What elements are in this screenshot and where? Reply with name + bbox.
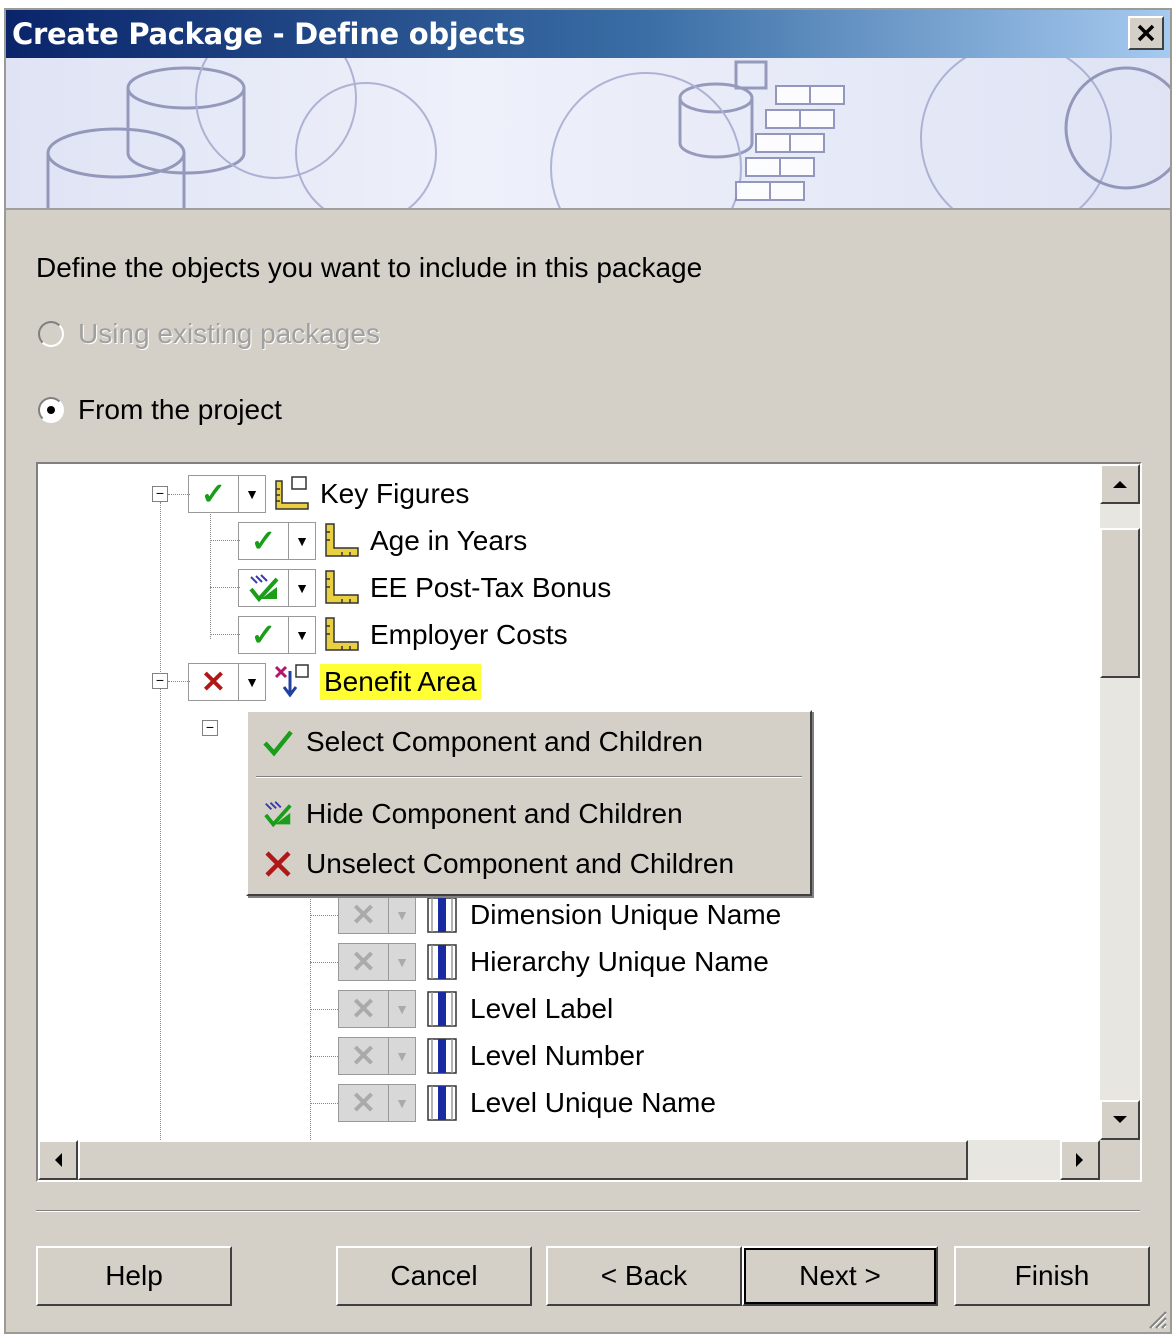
radio-label-existing: Using existing packages bbox=[78, 318, 380, 349]
attribute-bar-icon bbox=[427, 1085, 457, 1121]
selection-x-icon: ✕ bbox=[338, 896, 388, 934]
close-button[interactable] bbox=[1128, 16, 1164, 50]
scroll-thumb-horizontal[interactable] bbox=[78, 1140, 968, 1180]
x-icon bbox=[265, 851, 291, 877]
arrow-right-icon bbox=[1076, 1153, 1083, 1167]
menu-item-select-component-children[interactable]: Select Component and Children bbox=[262, 726, 703, 758]
tree-node-label: Level Label bbox=[470, 993, 614, 1024]
selection-dropdown-button[interactable]: ▼ bbox=[288, 522, 316, 560]
arrow-down-icon bbox=[1113, 1116, 1127, 1123]
tree-node-label: Level Unique Name bbox=[470, 1087, 716, 1118]
collapse-benefit-area[interactable]: − bbox=[152, 673, 168, 689]
measure-ruler-icon bbox=[325, 617, 359, 651]
tree-node-level-number[interactable]: ✕ ▼ Level Number bbox=[338, 1036, 644, 1076]
measure-ruler-icon bbox=[325, 570, 359, 604]
attribute-bar-icon bbox=[427, 944, 457, 980]
attribute-bar-icon bbox=[427, 897, 457, 933]
radio-button-project[interactable] bbox=[38, 397, 64, 423]
key-figures-folder-icon bbox=[275, 476, 309, 510]
radio-button-existing bbox=[38, 321, 64, 347]
radio-using-existing-packages: Using existing packages bbox=[38, 318, 380, 350]
radio-from-the-project[interactable]: From the project bbox=[38, 394, 282, 426]
tree-node-hierarchy-unique-name[interactable]: ✕ ▼ Hierarchy Unique Name bbox=[338, 942, 769, 982]
scroll-right-button[interactable] bbox=[1060, 1140, 1100, 1180]
collapse-benefit-area-child[interactable]: − bbox=[202, 720, 218, 736]
tree-node-label: Dimension Unique Name bbox=[470, 899, 782, 930]
hide-check-icon bbox=[248, 574, 278, 603]
tree-node-key-figures[interactable]: ✓ ▼ Key Figures bbox=[188, 474, 469, 514]
selection-hide-icon[interactable] bbox=[238, 569, 288, 607]
horizontal-scrollbar[interactable] bbox=[38, 1140, 1100, 1180]
selection-x-icon: ✕ bbox=[338, 1084, 388, 1122]
instruction-text: Define the objects you want to include i… bbox=[36, 252, 703, 283]
tree-node-label: Hierarchy Unique Name bbox=[470, 946, 769, 977]
banner-illustration bbox=[46, 58, 1170, 208]
selection-dropdown-button: ▼ bbox=[388, 943, 416, 981]
selection-dropdown-button: ▼ bbox=[388, 1084, 416, 1122]
close-icon bbox=[1137, 24, 1155, 42]
scroll-thumb-vertical[interactable] bbox=[1100, 528, 1140, 678]
arrow-up-icon bbox=[1113, 481, 1127, 488]
selection-dropdown-button[interactable]: ▼ bbox=[238, 663, 266, 701]
tree-node-dimension-unique-name[interactable]: ✕ ▼ Dimension Unique Name bbox=[338, 895, 781, 935]
tree-node-level-label[interactable]: ✕ ▼ Level Label bbox=[338, 989, 613, 1029]
tree-node-label: Level Number bbox=[470, 1040, 645, 1071]
menu-item-label: Unselect Component and Children bbox=[306, 848, 735, 879]
selection-dropdown-button: ▼ bbox=[388, 896, 416, 934]
scroll-down-button[interactable] bbox=[1100, 1100, 1140, 1140]
tree-node-benefit-area[interactable]: ✕ ▼ Benefit Area bbox=[188, 662, 481, 702]
menu-item-unselect-component-children[interactable]: Unselect Component and Children bbox=[262, 848, 734, 880]
selection-x-icon[interactable]: ✕ bbox=[188, 663, 238, 701]
next-button[interactable]: Next > bbox=[742, 1246, 938, 1306]
tree-node-age-in-years[interactable]: ✓ ▼ Age in Years bbox=[238, 521, 527, 561]
menu-item-label: Hide Component and Children bbox=[306, 798, 683, 829]
selection-context-menu: Select Component and Children Hide Compo… bbox=[246, 710, 812, 896]
selection-check-icon[interactable]: ✓ bbox=[238, 522, 288, 560]
selection-dropdown-button: ▼ bbox=[388, 1037, 416, 1075]
attribute-bar-icon bbox=[427, 1038, 457, 1074]
resize-grip-icon[interactable] bbox=[1144, 1306, 1168, 1330]
selection-check-icon[interactable]: ✓ bbox=[188, 475, 238, 513]
attribute-bar-icon bbox=[427, 991, 457, 1027]
window-title: Create Package - Define objects bbox=[12, 17, 526, 51]
selection-check-icon[interactable]: ✓ bbox=[238, 616, 288, 654]
menu-separator bbox=[256, 776, 802, 778]
tree-node-level-unique-name[interactable]: ✕ ▼ Level Unique Name bbox=[338, 1083, 716, 1123]
selection-x-icon: ✕ bbox=[338, 1037, 388, 1075]
check-icon bbox=[263, 730, 293, 757]
tree-node-label: Key Figures bbox=[320, 478, 470, 509]
dimension-icon bbox=[274, 664, 309, 698]
tree-node-ee-post-tax-bonus[interactable]: ▼ EE Post-Tax Bonus bbox=[238, 568, 611, 608]
selection-dropdown-button: ▼ bbox=[388, 990, 416, 1028]
tree-node-label: Benefit Area bbox=[320, 664, 481, 700]
create-package-dialog: Create Package - Define objects Define t… bbox=[4, 8, 1172, 1334]
header-banner bbox=[6, 58, 1170, 210]
selection-x-icon: ✕ bbox=[338, 943, 388, 981]
help-button[interactable]: Help bbox=[36, 1246, 232, 1306]
menu-item-hide-component-children[interactable]: Hide Component and Children bbox=[262, 798, 683, 830]
tree-node-employer-costs[interactable]: ✓ ▼ Employer Costs bbox=[238, 615, 568, 655]
cancel-button[interactable]: Cancel bbox=[336, 1246, 532, 1306]
selection-dropdown-button[interactable]: ▼ bbox=[288, 569, 316, 607]
collapse-key-figures[interactable]: − bbox=[152, 486, 168, 502]
scroll-up-button[interactable] bbox=[1100, 464, 1140, 504]
arrow-left-icon bbox=[55, 1153, 62, 1167]
menu-item-label: Select Component and Children bbox=[306, 726, 703, 757]
tree-node-label: Age in Years bbox=[370, 525, 528, 556]
radio-label-project: From the project bbox=[78, 394, 282, 425]
vertical-scrollbar[interactable] bbox=[1100, 464, 1140, 1140]
scroll-left-button[interactable] bbox=[38, 1140, 78, 1180]
tree-node-label: Employer Costs bbox=[370, 619, 568, 650]
tree-node-label: EE Post-Tax Bonus bbox=[370, 572, 612, 603]
selection-dropdown-button[interactable]: ▼ bbox=[238, 475, 266, 513]
selection-x-icon: ✕ bbox=[338, 990, 388, 1028]
selection-dropdown-button[interactable]: ▼ bbox=[288, 616, 316, 654]
scroll-corner bbox=[1100, 1140, 1140, 1180]
finish-button[interactable]: Finish bbox=[954, 1246, 1150, 1306]
hide-check-icon bbox=[264, 801, 292, 828]
button-divider bbox=[36, 1210, 1140, 1212]
measure-ruler-icon bbox=[325, 523, 359, 557]
back-button[interactable]: < Back bbox=[546, 1246, 742, 1306]
title-bar: Create Package - Define objects bbox=[6, 10, 1170, 58]
